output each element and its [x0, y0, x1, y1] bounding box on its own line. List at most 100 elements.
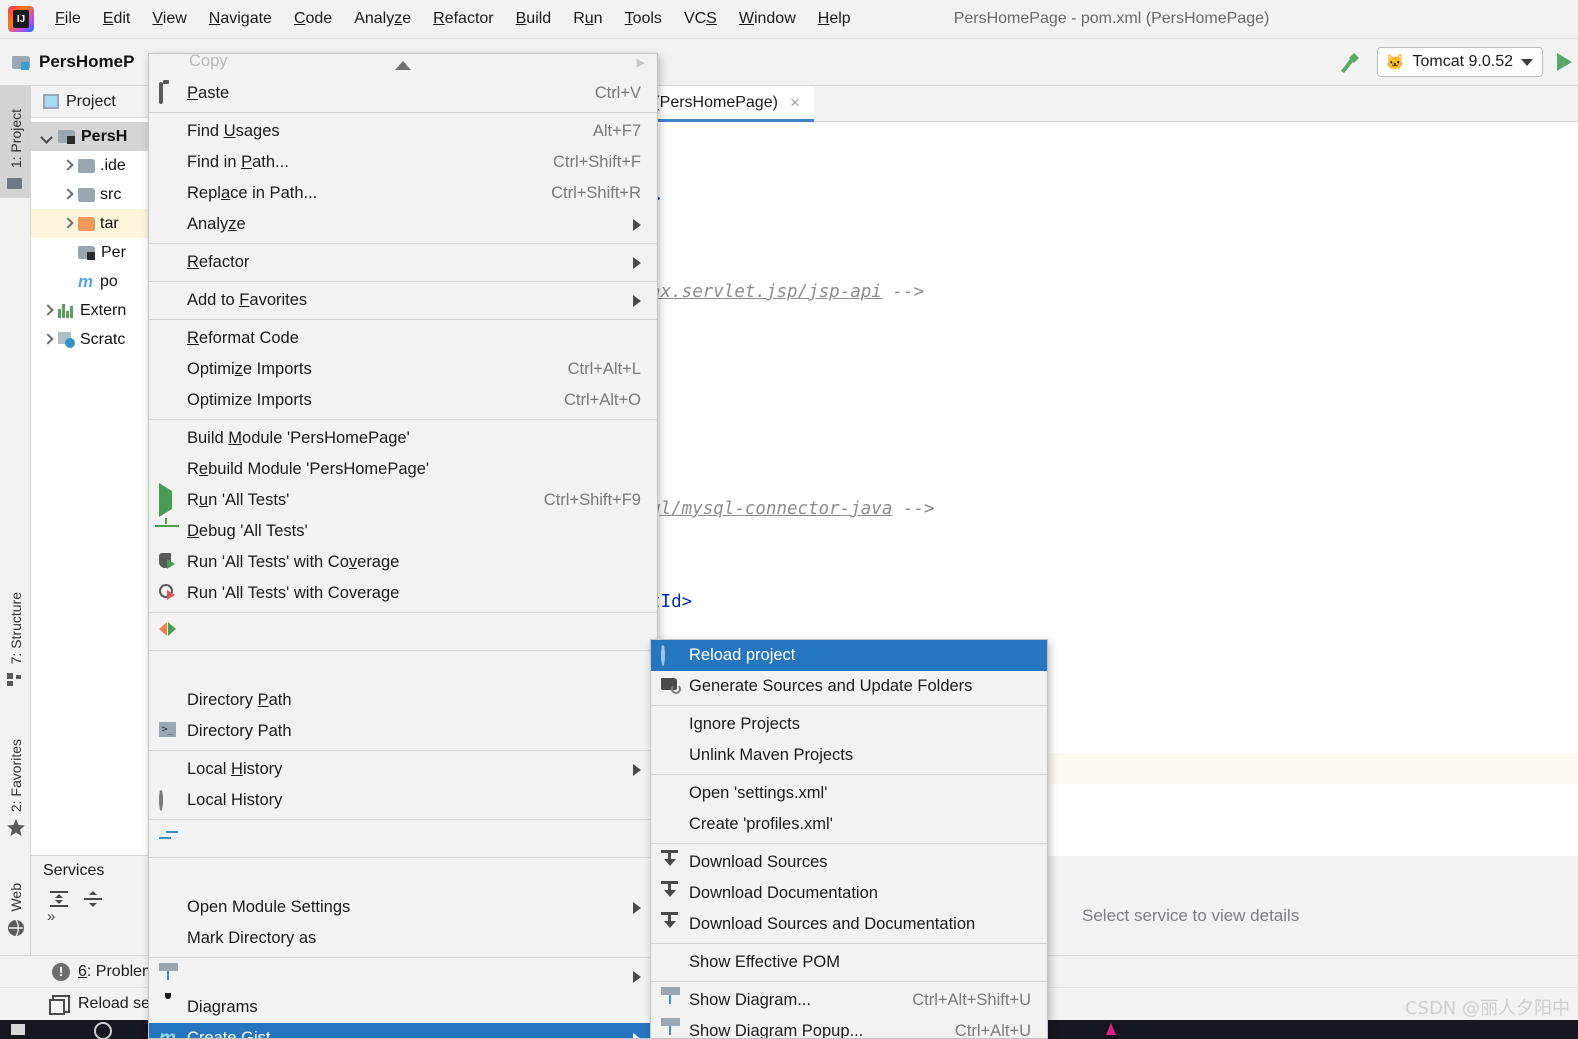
menu-item-run-with-jfr[interactable]: Run 'All Tests' with Coverage	[149, 578, 657, 609]
menu-build[interactable]: Build	[505, 0, 563, 39]
tree-item-module[interactable]: PersH	[31, 122, 148, 151]
menu-item-local-history[interactable]: Local History	[149, 754, 657, 785]
maven-submenu: Reload project Generate Sources and Upda…	[650, 639, 1048, 1039]
menu-item-find-usages[interactable]: Find Usages Alt+F7	[149, 116, 657, 147]
menu-item-analyze[interactable]: Analyze	[149, 209, 657, 240]
run-button-icon[interactable]	[1557, 53, 1572, 71]
services-overflow-button[interactable]: »	[31, 908, 148, 925]
chevron-right-icon[interactable]	[61, 189, 73, 201]
menu-scroll-up[interactable]: Copy ▶	[149, 54, 657, 78]
menu-file[interactable]: File	[44, 0, 92, 39]
menu-item-run-with-coverage[interactable]: Run 'All Tests' with Coverage	[149, 547, 657, 578]
taskbar-app-icon[interactable]	[8, 1021, 30, 1039]
menu-item-copy-partial[interactable]: Copy	[189, 54, 228, 71]
reload-button[interactable]: Reload selec	[0, 995, 171, 1015]
menu-item-show-in-explorer[interactable]	[149, 654, 657, 685]
tree-label: .ide	[100, 156, 126, 174]
menu-item-reformat-code[interactable]: Reformat Code	[149, 323, 657, 354]
tree-item-iml[interactable]: Per	[31, 238, 148, 267]
close-icon[interactable]: ×	[790, 93, 800, 113]
tree-item-target[interactable]: tar	[31, 209, 148, 238]
submenu-item-ignore-projects[interactable]: Ignore Projects	[651, 709, 1047, 740]
menu-item-remove-bom[interactable]: Mark Directory as	[149, 923, 657, 954]
tree-item-idea[interactable]: .ide	[31, 151, 148, 180]
menu-navigate[interactable]: Navigate	[198, 0, 283, 39]
menu-item-rebuild-module[interactable]: Rebuild Module 'PersHomePage'	[149, 454, 657, 485]
menu-analyze[interactable]: Analyze	[343, 0, 422, 39]
menu-vcs[interactable]: VCS	[673, 0, 728, 39]
build-hammer-icon[interactable]	[1337, 49, 1363, 75]
menu-item-paste[interactable]: Paste Ctrl+V	[149, 78, 657, 109]
collapse-all-icon[interactable]	[83, 890, 103, 908]
diagram-icon	[661, 1017, 681, 1039]
sidebar-item-favorites[interactable]: 2: Favorites	[0, 704, 31, 842]
menu-item-run-all-tests[interactable]: Run 'All Tests' Ctrl+Shift+F9	[149, 482, 657, 517]
tree-item-scratches[interactable]: Scratc	[31, 325, 148, 354]
menu-window[interactable]: Window	[728, 0, 807, 39]
chevron-right-icon[interactable]	[41, 334, 53, 346]
submenu-arrow-icon: ▶	[636, 57, 645, 69]
taskbar-browser-icon[interactable]	[92, 1021, 114, 1039]
services-placeholder: Select service to view details	[1082, 906, 1300, 925]
label: Create 'profiles.xml'	[689, 815, 833, 833]
submenu-item-download-documentation[interactable]: Download Documentation	[651, 878, 1047, 909]
menu-item-create-all-tests[interactable]	[149, 616, 657, 647]
menu-view[interactable]: View	[141, 0, 197, 39]
tree-item-external-libraries[interactable]: Extern	[31, 296, 148, 325]
menu-item-mark-directory-as[interactable]: Open Module Settings	[149, 892, 657, 923]
chevron-down-icon[interactable]	[41, 131, 53, 143]
submenu-item-show-diagram[interactable]: Show Diagram... Ctrl+Alt+Shift+U	[651, 985, 1047, 1016]
chevron-right-icon[interactable]	[41, 305, 53, 317]
tree-item-pom[interactable]: m po	[31, 267, 148, 296]
menu-item-debug-all-tests[interactable]: Debug 'All Tests'	[149, 516, 657, 547]
menu-item-open-module-settings[interactable]	[149, 861, 657, 892]
submenu-item-show-effective-pom[interactable]: Show Effective POM	[651, 947, 1047, 978]
submenu-item-download-sources-and-documentation[interactable]: Download Sources and Documentation	[651, 909, 1047, 940]
menu-item-optimize-imports[interactable]: Optimize Imports Ctrl+Alt+L	[149, 354, 657, 385]
menu-item-open-in-terminal[interactable]: >_ Directory Path	[149, 716, 657, 747]
menu-code[interactable]: Code	[283, 0, 343, 39]
menu-tools[interactable]: Tools	[614, 0, 673, 39]
maven-icon: m	[159, 1027, 176, 1039]
chevron-right-icon[interactable]	[61, 218, 73, 230]
taskbar-pink-icon[interactable]	[1100, 1021, 1122, 1039]
submenu-item-unlink-maven-projects[interactable]: Unlink Maven Projects	[651, 740, 1047, 771]
coverage-icon	[159, 552, 179, 573]
sidebar-item-project[interactable]: 1: Project	[0, 86, 31, 198]
menu-item-remove-module[interactable]: Optimize Imports Ctrl+Alt+O	[149, 385, 657, 416]
expand-all-icon[interactable]	[49, 890, 69, 908]
submenu-item-reload-project[interactable]: Reload project	[651, 640, 1047, 671]
submenu-item-open-settings-xml[interactable]: Open 'settings.xml'	[651, 778, 1047, 809]
menu-item-maven[interactable]: m Create Gist...	[149, 1023, 657, 1039]
menu-item-build-module[interactable]: Build Module 'PersHomePage'	[149, 423, 657, 454]
menu-help[interactable]: Help	[807, 0, 862, 39]
menu-item-find-in-path[interactable]: Find in Path... Ctrl+Shift+F	[149, 147, 657, 178]
menu-edit[interactable]: Edit	[92, 0, 142, 39]
submenu-item-generate-sources[interactable]: Generate Sources and Update Folders	[651, 671, 1047, 702]
chevron-up-icon[interactable]	[395, 61, 411, 70]
menu-item-replace-in-path[interactable]: Replace in Path... Ctrl+Shift+R	[149, 178, 657, 209]
menu-run[interactable]: Run	[562, 0, 613, 39]
submenu-item-download-sources[interactable]: Download Sources	[651, 847, 1047, 878]
menu-separator	[149, 857, 657, 858]
project-panel-header[interactable]: Project	[31, 86, 148, 118]
sidebar-item-structure[interactable]: 7: Structure	[0, 566, 31, 694]
accel: Alt+F7	[592, 122, 641, 140]
menu-item-directory-path[interactable]: Directory Path	[149, 685, 657, 716]
generate-sources-icon	[661, 677, 681, 697]
submenu-item-show-diagram-popup[interactable]: Show Diagram Popup... Ctrl+Alt+U	[651, 1016, 1047, 1039]
sidebar-item-web[interactable]: Web	[0, 856, 31, 942]
menu-item-diagrams[interactable]	[149, 961, 657, 992]
menu-refactor[interactable]: Refactor	[422, 0, 504, 39]
menu-item-add-to-favorites[interactable]: Add to Favorites	[149, 285, 657, 316]
tree-item-src[interactable]: src	[31, 180, 148, 209]
chevron-right-icon[interactable]	[61, 160, 73, 172]
menu-item-reload-from-disk[interactable]: Local History	[149, 785, 657, 816]
menu-item-create-gist[interactable]: Diagrams	[149, 992, 657, 1023]
submenu-item-create-profiles-xml[interactable]: Create 'profiles.xml'	[651, 809, 1047, 840]
problems-button[interactable]: ! 6: Problem	[0, 962, 155, 981]
breadcrumb[interactable]: PersHomeP	[39, 52, 134, 72]
menu-item-refactor[interactable]: Refactor	[149, 247, 657, 278]
run-configuration-selector[interactable]: 🐱 Tomcat 9.0.52	[1376, 47, 1543, 77]
menu-item-compare-with[interactable]	[149, 823, 657, 854]
